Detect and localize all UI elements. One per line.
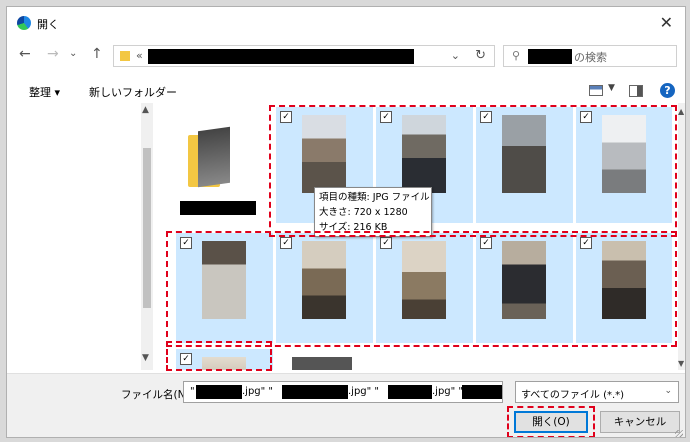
image-thumbnail [202, 241, 246, 319]
image-item-6[interactable]: ✓ [276, 233, 373, 343]
navigation-pane[interactable]: ▲ ▼ [7, 103, 153, 370]
folder-icon [188, 126, 230, 188]
chevron-down-icon: ⌄ [664, 386, 672, 396]
image-item-9[interactable]: ✓ [576, 233, 672, 343]
filename-part-2: .jpg" " [242, 386, 274, 397]
search-icon: ⚲ [512, 49, 521, 62]
item-checkbox[interactable]: ✓ [280, 111, 292, 123]
redacted-filename-2 [282, 385, 348, 399]
image-item-11[interactable] [276, 349, 373, 370]
item-checkbox[interactable]: ✓ [580, 237, 592, 249]
item-checkbox[interactable]: ✓ [380, 237, 392, 249]
sidebar-scroll-down-icon[interactable]: ▼ [142, 353, 149, 363]
image-item-5[interactable]: ✓ [176, 233, 273, 343]
image-thumbnail [602, 115, 646, 193]
image-item-4[interactable]: ✓ [576, 107, 672, 223]
image-thumbnail [402, 115, 446, 193]
folder-icon [120, 51, 130, 61]
close-icon[interactable]: ✕ [660, 13, 673, 32]
image-thumbnail [202, 357, 246, 370]
item-checkbox[interactable]: ✓ [180, 237, 192, 249]
dialog-footer: ファイル名(N): " .jpg" " .jpg" " .jpg" " すべての… [7, 373, 685, 437]
address-bar[interactable]: « ⌄ ↻ [113, 45, 495, 67]
dialog-title: 開く [37, 18, 59, 31]
image-item-8[interactable]: ✓ [476, 233, 573, 343]
preview-pane-icon[interactable] [629, 85, 643, 97]
redacted-path [148, 49, 414, 64]
view-dropdown-icon[interactable]: ▼ [608, 83, 615, 93]
cancel-button[interactable]: キャンセル [600, 411, 680, 433]
sidebar-scroll-up-icon[interactable]: ▲ [142, 105, 149, 115]
navigation-bar: ← → ⌄ ↑ « ⌄ ↻ ⚲ の検索 [7, 42, 685, 70]
edge-icon [17, 16, 31, 30]
item-checkbox[interactable]: ✓ [580, 111, 592, 123]
image-thumbnail [502, 241, 546, 319]
new-folder-button[interactable]: 新しいフォルダー [89, 84, 177, 100]
filename-input[interactable]: " .jpg" " .jpg" " .jpg" " [183, 381, 503, 403]
item-tooltip: 項目の種類: JPG ファイル 大きさ: 720 x 1280 サイズ: 216… [314, 187, 432, 237]
up-arrow-icon[interactable]: ↑ [91, 46, 103, 62]
item-checkbox[interactable]: ✓ [480, 237, 492, 249]
address-dropdown-icon[interactable]: ⌄ [451, 49, 460, 62]
redacted-filename-3 [388, 385, 432, 399]
help-icon[interactable]: ? [660, 83, 675, 98]
recent-locations-icon[interactable]: ⌄ [69, 48, 77, 59]
item-checkbox[interactable]: ✓ [480, 111, 492, 123]
image-thumbnail [302, 241, 346, 319]
image-thumbnail [402, 241, 446, 319]
filename-part-1: " [190, 386, 195, 397]
redacted-filename-1 [196, 385, 242, 399]
item-checkbox[interactable]: ✓ [180, 353, 192, 365]
filetype-value: すべてのファイル (*.*) [521, 390, 625, 401]
file-open-dialog: 開く ✕ ← → ⌄ ↑ « ⌄ ↻ ⚲ の検索 整理 ▾ 新しいフォルダー ▼… [6, 6, 686, 438]
filetype-select[interactable]: すべてのファイル (*.*) ⌄ [515, 381, 679, 403]
search-input[interactable]: ⚲ の検索 [503, 45, 677, 67]
filename-part-3: .jpg" " [348, 386, 380, 397]
item-checkbox[interactable]: ✓ [380, 111, 392, 123]
sidebar-scroll-thumb[interactable] [143, 148, 151, 308]
search-placeholder: の検索 [574, 51, 607, 64]
view-menu-icon[interactable] [589, 85, 603, 96]
open-button[interactable]: 開く(O) [514, 411, 588, 433]
filename-part-4: .jpg" " [432, 386, 464, 397]
image-thumbnail [502, 115, 546, 193]
item-checkbox[interactable]: ✓ [280, 237, 292, 249]
chevron-icon[interactable]: « [136, 49, 143, 62]
image-thumbnail [602, 241, 646, 319]
title-bar: 開く ✕ [7, 7, 685, 39]
grid-scroll-down-icon[interactable]: ▼ [678, 359, 684, 368]
redacted-filename-4 [462, 385, 502, 399]
image-item-10[interactable]: ✓ [176, 349, 273, 370]
image-thumbnail [302, 115, 346, 193]
image-item-7[interactable]: ✓ [376, 233, 473, 343]
image-thumbnail [292, 357, 352, 370]
redacted-folder-name [528, 49, 572, 64]
folder-item[interactable] [158, 107, 256, 217]
tooltip-dimensions: 大きさ: 720 x 1280 [319, 207, 408, 218]
organize-button[interactable]: 整理 ▾ [29, 84, 60, 100]
back-arrow-icon[interactable]: ← [19, 46, 31, 62]
tooltip-size: サイズ: 216 KB [319, 222, 388, 233]
grid-scrollbar[interactable] [678, 103, 685, 370]
image-item-3[interactable]: ✓ [476, 107, 573, 223]
resize-grip[interactable] [675, 430, 683, 437]
grid-scroll-up-icon[interactable]: ▲ [678, 107, 684, 116]
command-bar: 整理 ▾ 新しいフォルダー ▼ ? [7, 79, 685, 101]
forward-arrow-icon[interactable]: → [47, 46, 59, 62]
redacted-folder-label [180, 201, 256, 215]
refresh-icon[interactable]: ↻ [475, 48, 486, 63]
tooltip-type: 項目の種類: JPG ファイル [319, 192, 430, 203]
